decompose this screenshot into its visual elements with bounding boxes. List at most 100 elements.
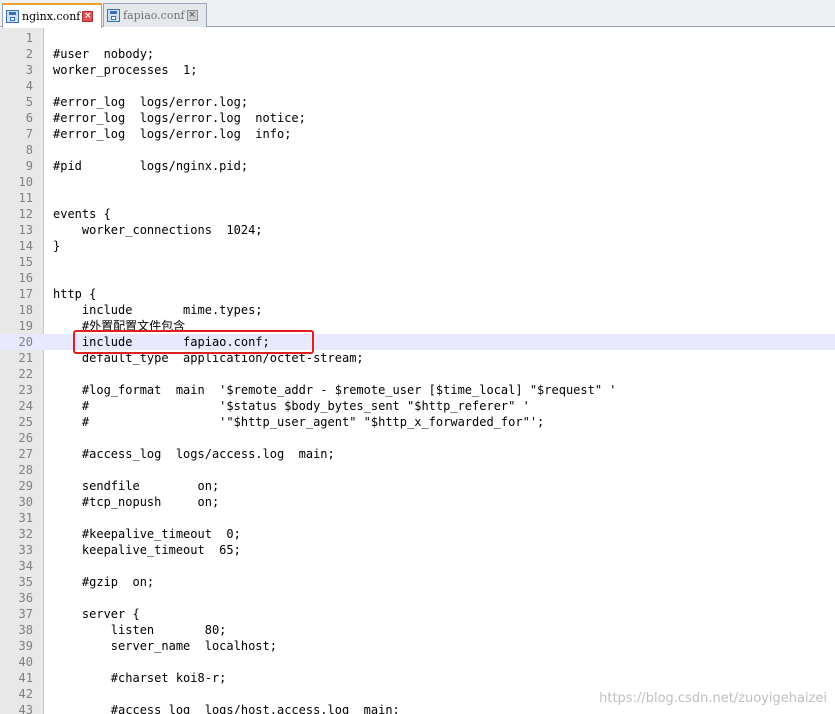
code-line[interactable]: 11 bbox=[0, 190, 835, 206]
line-number: 7 bbox=[25, 127, 33, 141]
code-line[interactable]: 26 bbox=[0, 430, 835, 446]
save-file-icon bbox=[6, 10, 19, 23]
code-text[interactable]: server { bbox=[53, 606, 140, 622]
code-line[interactable]: 4 bbox=[0, 78, 835, 94]
code-line[interactable]: 38 listen 80; bbox=[0, 622, 835, 638]
tab-nginx-conf[interactable]: nginx.conf × bbox=[2, 3, 102, 28]
line-number: 20 bbox=[18, 335, 33, 349]
line-number: 38 bbox=[18, 623, 33, 637]
code-line[interactable]: 25 # '"$http_user_agent" "$http_x_forwar… bbox=[0, 414, 835, 430]
code-line[interactable]: 6 #error_log logs/error.log notice; bbox=[0, 110, 835, 126]
code-text[interactable]: #error_log logs/error.log; bbox=[53, 94, 248, 110]
code-line[interactable]: 39 server_name localhost; bbox=[0, 638, 835, 654]
code-line[interactable]: 30 #tcp_nopush on; bbox=[0, 494, 835, 510]
code-line[interactable]: 28 bbox=[0, 462, 835, 478]
save-file-icon bbox=[107, 9, 120, 22]
code-line[interactable]: 33 keepalive_timeout 65; bbox=[0, 542, 835, 558]
code-text[interactable]: #pid logs/nginx.pid; bbox=[53, 158, 248, 174]
close-icon[interactable]: × bbox=[82, 11, 94, 22]
line-number: 23 bbox=[18, 383, 33, 397]
code-line[interactable]: 17 http { bbox=[0, 286, 835, 302]
line-number: 30 bbox=[18, 495, 33, 509]
code-line[interactable]: 41 #charset koi8-r; bbox=[0, 670, 835, 686]
code-text[interactable]: #外置配置文件包含 bbox=[53, 318, 185, 334]
code-text[interactable]: include mime.types; bbox=[53, 302, 263, 318]
code-line[interactable]: 40 bbox=[0, 654, 835, 670]
code-line[interactable]: 13 worker_connections 1024; bbox=[0, 222, 835, 238]
line-number: 15 bbox=[18, 255, 33, 269]
line-number: 19 bbox=[18, 319, 33, 333]
code-text[interactable]: keepalive_timeout 65; bbox=[53, 542, 241, 558]
code-line[interactable]: 24 # '$status $body_bytes_sent "$http_re… bbox=[0, 398, 835, 414]
code-line[interactable]: 19 #外置配置文件包含 bbox=[0, 318, 835, 334]
code-line[interactable]: 21 default_type application/octet-stream… bbox=[0, 350, 835, 366]
line-number: 37 bbox=[18, 607, 33, 621]
code-text[interactable]: # '"$http_user_agent" "$http_x_forwarded… bbox=[53, 414, 544, 430]
line-number: 36 bbox=[18, 591, 33, 605]
line-number: 11 bbox=[18, 191, 33, 205]
code-text[interactable]: worker_processes 1; bbox=[53, 62, 198, 78]
code-line[interactable]: 15 bbox=[0, 254, 835, 270]
code-line[interactable]: 10 bbox=[0, 174, 835, 190]
line-number: 13 bbox=[18, 223, 33, 237]
line-number: 17 bbox=[18, 287, 33, 301]
line-number: 5 bbox=[25, 95, 33, 109]
tab-label: nginx.conf bbox=[22, 10, 81, 23]
code-text[interactable]: #error_log logs/error.log info; bbox=[53, 126, 291, 142]
editor-area[interactable]: 1 2 #user nobody; 3 worker_processes 1; 4 5 #er… bbox=[0, 28, 835, 714]
code-text[interactable]: sendfile on; bbox=[53, 478, 219, 494]
code-text[interactable]: #access_log logs/host.access.log main; bbox=[53, 702, 400, 714]
line-number: 16 bbox=[18, 271, 33, 285]
code-text[interactable]: #access_log logs/access.log main; bbox=[53, 446, 335, 462]
code-line[interactable]: 34 bbox=[0, 558, 835, 574]
code-line[interactable]: 36 bbox=[0, 590, 835, 606]
code-text[interactable]: # '$status $body_bytes_sent "$http_refer… bbox=[53, 398, 530, 414]
code-text[interactable]: events { bbox=[53, 206, 111, 222]
line-number: 8 bbox=[25, 143, 33, 157]
code-line[interactable]: 18 include mime.types; bbox=[0, 302, 835, 318]
code-text[interactable]: listen 80; bbox=[53, 622, 227, 638]
code-text[interactable]: #gzip on; bbox=[53, 574, 154, 590]
code-line[interactable]: 5 #error_log logs/error.log; bbox=[0, 94, 835, 110]
line-number: 3 bbox=[25, 63, 33, 77]
code-text[interactable]: #charset koi8-r; bbox=[53, 670, 227, 686]
code-line[interactable]: 1 bbox=[0, 30, 835, 46]
code-text[interactable]: #log_format main '$remote_addr - $remote… bbox=[53, 382, 617, 398]
line-number: 2 bbox=[25, 47, 33, 61]
line-number: 1 bbox=[25, 31, 33, 45]
code-text[interactable]: include fapiao.conf; bbox=[53, 334, 270, 350]
code-text[interactable]: #keepalive_timeout 0; bbox=[53, 526, 241, 542]
line-number: 31 bbox=[18, 511, 33, 525]
code-line[interactable]: 23 #log_format main '$remote_addr - $rem… bbox=[0, 382, 835, 398]
code-line[interactable]: 12 events { bbox=[0, 206, 835, 222]
code-text[interactable]: #error_log logs/error.log notice; bbox=[53, 110, 306, 126]
watermark: https://blog.csdn.net/zuoyigehaizei bbox=[599, 691, 827, 706]
code-text[interactable]: default_type application/octet-stream; bbox=[53, 350, 364, 366]
code-text[interactable]: server_name localhost; bbox=[53, 638, 277, 654]
code-text[interactable]: #user nobody; bbox=[53, 46, 154, 62]
code-line[interactable]: 29 sendfile on; bbox=[0, 478, 835, 494]
code-line[interactable]: 8 bbox=[0, 142, 835, 158]
line-number: 25 bbox=[18, 415, 33, 429]
code-line[interactable]: 31 bbox=[0, 510, 835, 526]
line-number: 39 bbox=[18, 639, 33, 653]
code-line[interactable]: 2 #user nobody; bbox=[0, 46, 835, 62]
code-text[interactable]: worker_connections 1024; bbox=[53, 222, 263, 238]
code-line[interactable]: 9 #pid logs/nginx.pid; bbox=[0, 158, 835, 174]
code-line[interactable]: 22 bbox=[0, 366, 835, 382]
code-line[interactable]: 37 server { bbox=[0, 606, 835, 622]
line-number: 27 bbox=[18, 447, 33, 461]
code-text[interactable]: #tcp_nopush on; bbox=[53, 494, 219, 510]
code-line[interactable]: 32 #keepalive_timeout 0; bbox=[0, 526, 835, 542]
code-line[interactable]: 27 #access_log logs/access.log main; bbox=[0, 446, 835, 462]
code-line[interactable]: 35 #gzip on; bbox=[0, 574, 835, 590]
code-line[interactable]: 14} bbox=[0, 238, 835, 254]
code-line[interactable]: 20 include fapiao.conf; bbox=[0, 334, 835, 350]
code-text[interactable]: } bbox=[53, 238, 60, 254]
code-line[interactable]: 7 #error_log logs/error.log info; bbox=[0, 126, 835, 142]
code-line[interactable]: 16 bbox=[0, 270, 835, 286]
tab-fapiao-conf[interactable]: fapiao.conf × bbox=[103, 3, 207, 27]
code-text[interactable]: http { bbox=[53, 286, 96, 302]
close-icon[interactable]: × bbox=[186, 10, 198, 21]
code-line[interactable]: 3 worker_processes 1; bbox=[0, 62, 835, 78]
